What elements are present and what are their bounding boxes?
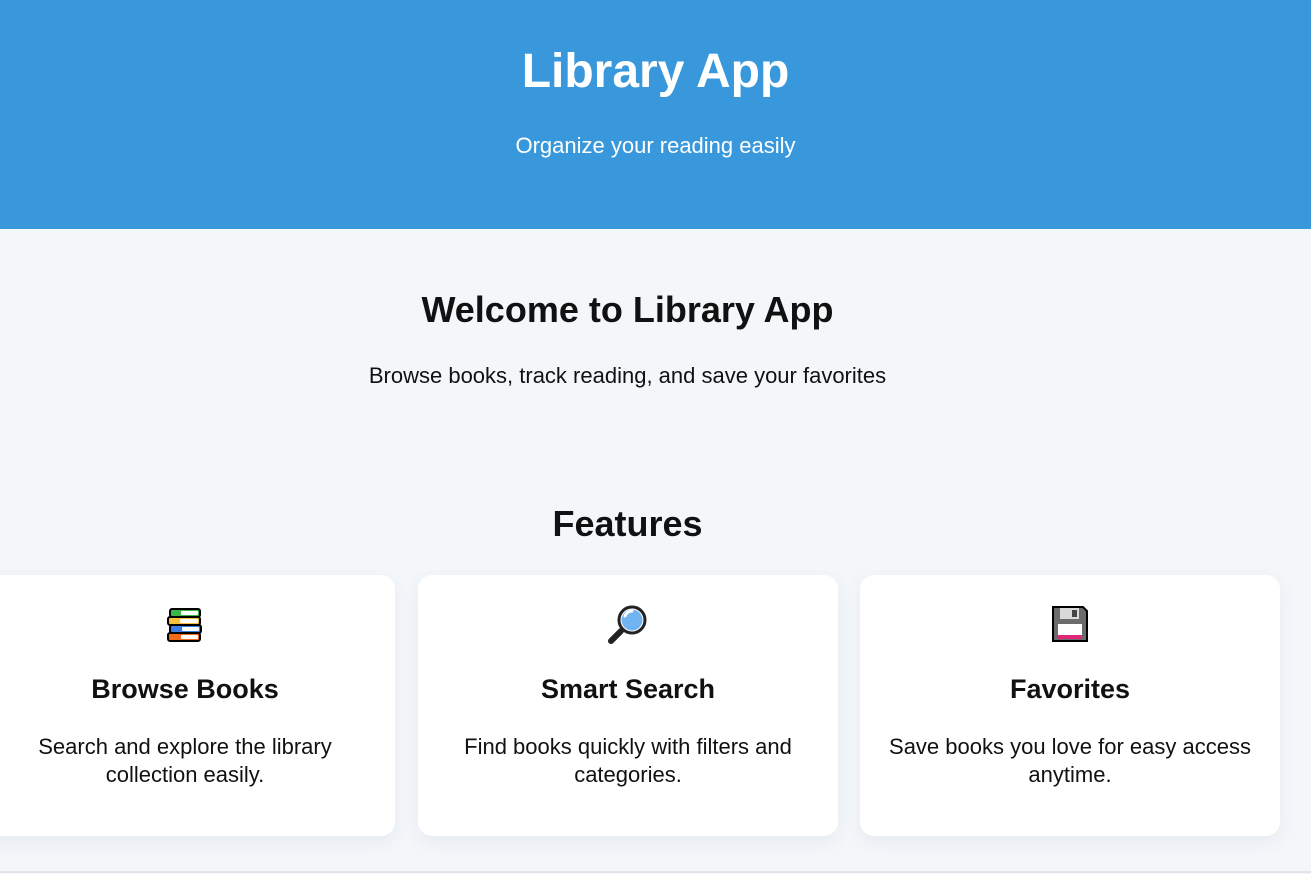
- app-subtitle: Organize your reading easily: [515, 133, 796, 158]
- magnifying-glass-icon: [418, 603, 838, 645]
- app-title: Library App: [521, 45, 790, 98]
- books-icon: [0, 603, 395, 645]
- feature-description: Search and explore the library collectio…: [38, 734, 332, 787]
- floppy-disk-icon: [860, 603, 1280, 645]
- footer-divider: [0, 871, 1311, 873]
- feature-card-smart-search: Smart Search Find books quickly with fil…: [418, 575, 838, 836]
- features-title: Features: [552, 503, 703, 544]
- app-header: Library App Organize your reading easily: [0, 0, 1311, 229]
- feature-card-favorites: Favorites Save books you love for easy a…: [860, 575, 1280, 836]
- welcome-title: Welcome to Library App: [421, 289, 834, 330]
- feature-title: Smart Search: [540, 674, 716, 704]
- feature-card-browse-books: Browse Books Search and explore the libr…: [0, 575, 395, 836]
- feature-title: Favorites: [1009, 674, 1131, 704]
- feature-description: Find books quickly with filters and cate…: [464, 734, 792, 787]
- feature-title: Browse Books: [91, 674, 279, 704]
- feature-description: Save books you love for easy access anyt…: [889, 734, 1251, 787]
- welcome-subtitle: Browse books, track reading, and save yo…: [368, 363, 887, 388]
